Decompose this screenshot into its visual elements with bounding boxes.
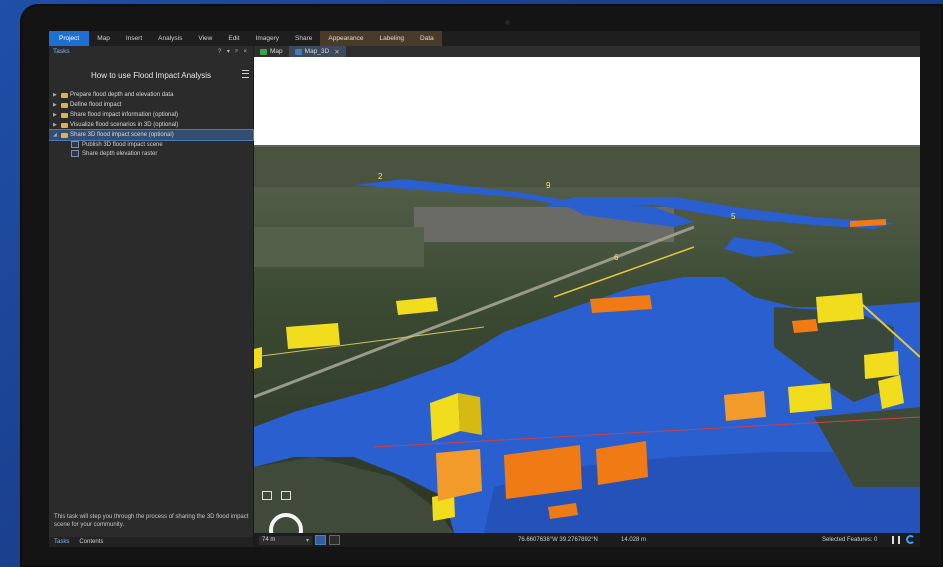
tab-insert[interactable]: Insert [118,31,150,46]
task-item-label: Prepare flood depth and elevation data [70,92,174,98]
tab-map-3d-view[interactable]: Map_3D ✕ [288,46,346,57]
task-group-icon [61,132,68,138]
task-item[interactable]: ▶ Define flood impact [49,100,253,110]
navigator-zoom-icon[interactable] [281,491,291,500]
task-description: This task will step you through the proc… [54,514,249,528]
collapse-arrow-icon[interactable]: ◢ [53,132,61,138]
task-subitem-label: Share depth elevation raster [82,150,158,157]
task-group-icon [61,92,68,98]
tab-analysis[interactable]: Analysis [150,31,190,46]
tab-contents[interactable]: Contents [74,539,108,545]
task-item-selected[interactable]: ◢ Share 3D flood impact scene (optional) [49,129,254,141]
grid-icon[interactable] [329,535,340,545]
tab-view[interactable]: View [190,31,220,46]
scale-dropdown[interactable]: 74 m ▾ [259,535,312,545]
refresh-icon[interactable] [906,535,915,544]
expand-arrow-icon[interactable]: ▶ [53,102,61,108]
navigator-full-control-icon[interactable] [262,491,272,500]
task-group-icon [61,122,68,128]
tab-imagery[interactable]: Imagery [248,31,287,46]
tab-project[interactable]: Project [49,31,90,46]
pause-icon[interactable] [892,536,900,544]
task-subitem-label: Publish 3D flood impact scene [82,141,163,148]
task-item[interactable]: ▶ Prepare flood depth and elevation data [49,90,253,100]
scene-3d-render[interactable] [254,57,920,533]
scene-label-5: 5 [731,212,736,221]
tasks-title: Tasks [53,48,70,55]
task-name: How to use Flood Impact Analysis [49,70,253,80]
tab-tasks[interactable]: Tasks [49,539,74,545]
pane-controls[interactable]: ? ▾ ᵖ × [218,48,249,55]
expand-arrow-icon[interactable]: ▶ [53,112,61,118]
hamburger-menu-icon[interactable] [242,70,249,78]
scene-label-9: 9 [546,181,551,190]
scene-label-6: 6 [614,253,619,262]
arcgis-window: Project Map Insert Analysis View Edit Im… [49,31,920,547]
task-group-icon [61,102,68,108]
tab-labeling[interactable]: Labeling [371,31,413,46]
tasks-pane: Tasks ? ▾ ᵖ × How to use Flood Impact An… [49,46,254,547]
task-item[interactable]: ▶ Share flood impact information (optiona… [49,110,253,120]
task-list: ▶ Prepare flood depth and elevation data … [49,90,254,158]
distance-readout: 14.028 m [621,537,647,543]
task-item[interactable]: ▶ Visualize flood scenarios in 3D (option… [49,120,253,130]
scene-view[interactable]: 2 9 5 6 [254,57,920,533]
task-item-label: Share 3D flood impact scene (optional) [70,132,174,138]
task-item-label: Visualize flood scenarios in 3D (optiona… [70,122,179,128]
scale-value: 74 m [262,537,276,543]
scene-label-2: 2 [378,172,383,181]
status-bar: 74 m ▾ 76.6607638°W 39.2767892°N 14.028 … [254,533,920,547]
tab-map-view[interactable]: Map [254,46,289,57]
map-icon [260,48,267,55]
task-step-icon [71,150,79,157]
expand-arrow-icon[interactable]: ▶ [53,92,61,98]
view-tab-label: Map_3D [304,48,330,55]
tab-data[interactable]: Data [412,31,442,46]
ribbon-tabs: Project Map Insert Analysis View Edit Im… [49,31,920,46]
task-group-icon [61,112,68,118]
chevron-down-icon: ▾ [305,537,309,544]
task-step-icon [71,141,79,148]
globe-icon [294,48,302,55]
task-item-label: Share flood impact information (optional… [70,112,179,118]
close-icon[interactable]: ✕ [334,48,339,56]
tab-share[interactable]: Share [287,31,320,46]
pane-bottom-tabs: Tasks Contents [49,537,253,547]
fixed-zoom-icon[interactable] [315,535,326,545]
expand-arrow-icon[interactable]: ▶ [53,122,61,128]
task-name-label: How to use Flood Impact Analysis [90,71,212,80]
coordinates-readout: 76.6607638°W 39.2767892°N [518,537,598,543]
tasks-header: Tasks ? ▾ ᵖ × [49,46,253,57]
tab-edit[interactable]: Edit [220,31,247,46]
tab-map[interactable]: Map [89,31,118,46]
selected-features[interactable]: Selected Features: 0 [822,537,877,543]
task-item-label: Define flood impact [70,102,122,108]
task-subitem[interactable]: Publish 3D flood impact scene [49,140,253,149]
view-tab-label: Map [270,48,283,55]
view-tabs: Map Map_3D ✕ [254,46,920,57]
task-subitem[interactable]: Share depth elevation raster [49,149,253,158]
camera [505,20,510,25]
tab-appearance[interactable]: Appearance [320,31,372,46]
